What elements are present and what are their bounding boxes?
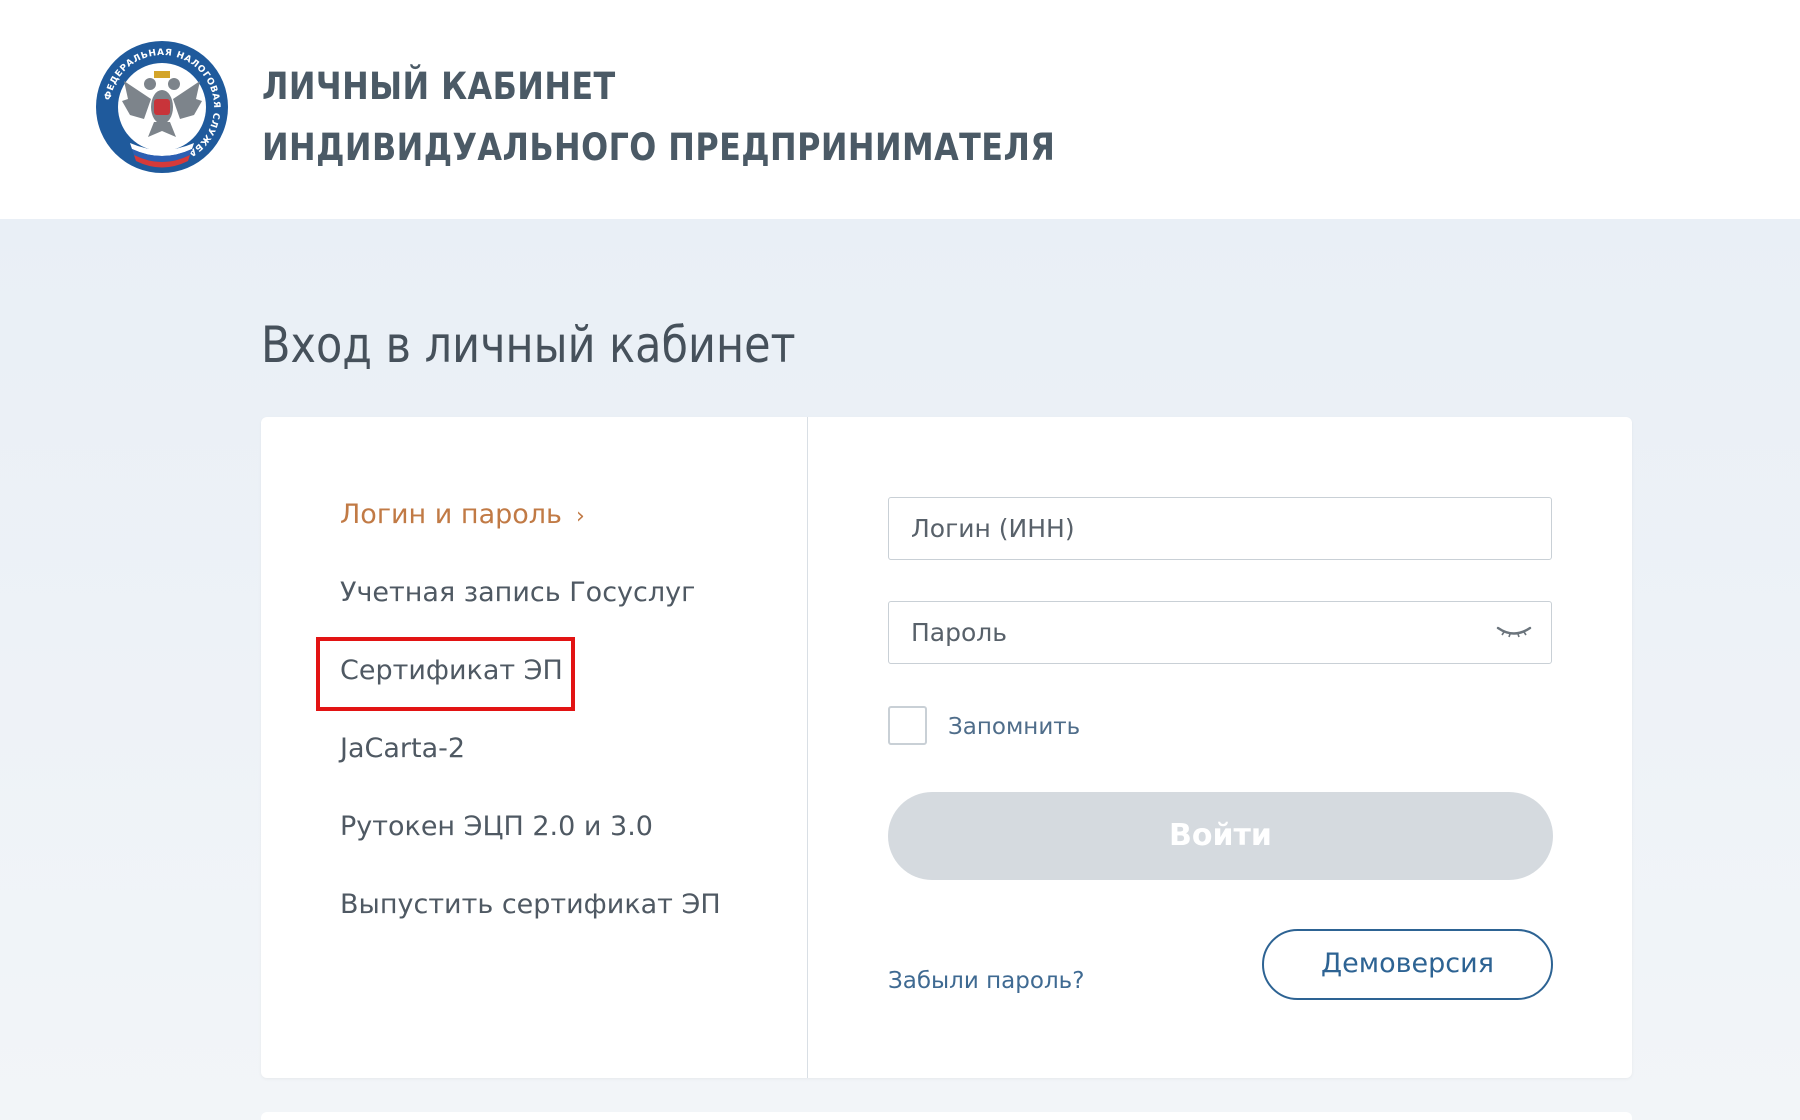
login-input[interactable] xyxy=(888,497,1552,560)
login-page: ФЕДЕРАЛЬНАЯ НАЛОГОВАЯ СЛУЖБА ЛИЧНЫЙ КАБИ… xyxy=(0,0,1800,1120)
remember-checkbox[interactable] xyxy=(888,706,927,745)
method-label: Рутокен ЭЦП 2.0 и 3.0 xyxy=(340,811,653,842)
site-title: ЛИЧНЫЙ КАБИНЕТ ИНДИВИДУАЛЬНОГО ПРЕДПРИНИ… xyxy=(262,56,1055,178)
site-header: ФЕДЕРАЛЬНАЯ НАЛОГОВАЯ СЛУЖБА ЛИЧНЫЙ КАБИ… xyxy=(0,0,1800,219)
forgot-password-link[interactable]: Забыли пароль? xyxy=(888,968,1084,994)
login-button[interactable]: Войти xyxy=(888,792,1553,880)
eye-closed-icon[interactable] xyxy=(1496,625,1532,639)
method-login-password[interactable]: Логин и пароль › xyxy=(340,499,585,530)
site-title-line1: ЛИЧНЫЙ КАБИНЕТ xyxy=(262,65,616,108)
highlight-box xyxy=(316,637,575,711)
fns-emblem-icon[interactable]: ФЕДЕРАЛЬНАЯ НАЛОГОВАЯ СЛУЖБА xyxy=(94,39,230,175)
method-label: Выпустить сертификат ЭП xyxy=(340,889,721,920)
demo-button[interactable]: Демоверсия xyxy=(1262,929,1553,1000)
method-rutoken[interactable]: Рутокен ЭЦП 2.0 и 3.0 xyxy=(340,811,653,842)
method-issue-certificate[interactable]: Выпустить сертификат ЭП xyxy=(340,889,721,920)
method-jacarta[interactable]: JaCarta-2 xyxy=(340,733,465,764)
chevron-right-icon: › xyxy=(575,504,585,529)
next-card-edge xyxy=(261,1112,1632,1120)
method-gosuslugi[interactable]: Учетная запись Госуслуг xyxy=(340,577,695,608)
password-input[interactable] xyxy=(888,601,1552,664)
method-label: Учетная запись Госуслуг xyxy=(340,577,696,608)
site-title-line2: ИНДИВИДУАЛЬНОГО ПРЕДПРИНИМАТЕЛЯ xyxy=(262,126,1056,169)
method-label: JaCarta-2 xyxy=(340,733,466,764)
page-title: Вход в личный кабинет xyxy=(261,316,796,374)
method-label: Логин и пароль xyxy=(340,499,562,530)
card-divider xyxy=(807,417,808,1078)
remember-label[interactable]: Запомнить xyxy=(948,714,1080,740)
